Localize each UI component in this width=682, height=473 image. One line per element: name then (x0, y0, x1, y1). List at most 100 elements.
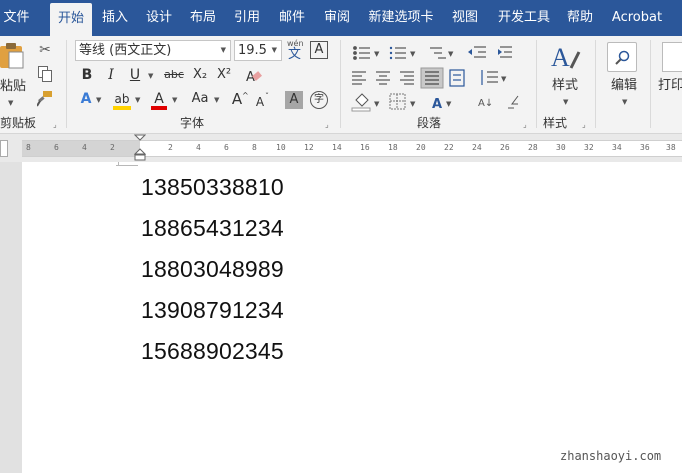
tab-developer[interactable]: 开发工具 (495, 0, 553, 36)
clipboard-launcher-icon[interactable]: ⌟ (53, 121, 57, 129)
character-shading-button[interactable]: A (285, 91, 303, 109)
ruler-number: 10 (276, 143, 286, 152)
font-color-button[interactable]: A (150, 90, 168, 110)
font-size-combo[interactable]: 19.5 ▼ (234, 40, 282, 61)
ruler-number: 8 (252, 143, 257, 152)
ruler-number: 18 (388, 143, 398, 152)
chevron-down-icon[interactable]: ▼ (172, 96, 177, 104)
watermark: zhanshaoyi.com (560, 449, 662, 463)
horizontal-ruler[interactable]: 8 6 4 2 2 4 6 8 10 12 14 16 18 20 22 24 … (0, 134, 682, 162)
tab-mailings[interactable]: 邮件 (276, 0, 308, 36)
ruler-number: 38 (666, 143, 676, 152)
bold-button[interactable]: B (80, 66, 94, 84)
ruler-number: 22 (444, 143, 454, 152)
editing-button[interactable]: 编辑 ▼ (603, 40, 643, 112)
tab-review[interactable]: 审阅 (321, 0, 353, 36)
search-icon (615, 50, 630, 65)
svg-text:▼: ▼ (446, 100, 452, 108)
format-painter-icon[interactable] (37, 91, 53, 107)
decrease-indent-icon (468, 46, 486, 58)
font-name-combo[interactable]: 等线 (西文正文) ▼ (75, 40, 231, 61)
font-size-value: 19.5 (238, 43, 267, 58)
ruler-number: 2 (168, 143, 173, 152)
tab-view[interactable]: 视图 (449, 0, 481, 36)
ruler-number: 4 (82, 143, 87, 152)
document-page[interactable]: 13850338810 18865431234 18803048989 1390… (22, 162, 682, 473)
shrink-font-button[interactable]: Aˇ (254, 92, 274, 110)
printer-icon (662, 42, 682, 72)
ruler-number: 2 (110, 143, 115, 152)
chevron-down-icon[interactable]: ▼ (96, 96, 101, 104)
text-line[interactable]: 13850338810 (141, 174, 284, 200)
tab-insert[interactable]: 插入 (99, 0, 131, 36)
paste-icon (0, 43, 24, 69)
italic-button[interactable]: I (104, 66, 118, 84)
word-window: 文件 开始 插入 设计 布局 引用 邮件 审阅 新建选项卡 视图 开发工具 帮助… (0, 0, 682, 473)
shading-icon (351, 93, 371, 112)
print-label: 打印 (658, 78, 682, 93)
ruler-number: 6 (54, 143, 59, 152)
tab-file[interactable]: 文件 (0, 0, 33, 36)
justify-selected-bg (420, 67, 444, 89)
svg-text:A: A (551, 43, 570, 72)
tab-selector[interactable] (0, 140, 8, 157)
chevron-down-icon[interactable]: ▼ (148, 72, 153, 80)
svg-text:▼: ▼ (410, 100, 416, 108)
tab-acrobat[interactable]: Acrobat (609, 0, 665, 36)
subscript-button[interactable]: X₂ (191, 66, 209, 84)
paste-button[interactable]: 粘贴 ▼ (0, 40, 30, 112)
tab-home[interactable]: 开始 (50, 3, 92, 36)
change-case-button[interactable]: Aa (188, 90, 212, 108)
highlight-button[interactable]: ab (112, 90, 132, 110)
svg-text:▼: ▼ (374, 50, 380, 58)
tab-layout[interactable]: 布局 (187, 0, 219, 36)
ruler-number: 12 (304, 143, 314, 152)
text-line[interactable]: 15688902345 (141, 338, 284, 364)
indent-markers-icon[interactable] (134, 134, 146, 162)
tab-help[interactable]: 帮助 (564, 0, 596, 36)
ruler-number: 32 (584, 143, 594, 152)
clear-formatting-icon[interactable]: A (245, 67, 263, 85)
paste-dropdown-icon: ▼ (8, 99, 14, 107)
asian-layout-icon: A (432, 97, 442, 112)
paragraph-launcher-icon[interactable]: ⌟ (523, 121, 527, 129)
highlight-color-bar (113, 106, 131, 110)
grow-font-button[interactable]: A ^ (230, 90, 250, 110)
copy-icon[interactable] (38, 66, 52, 82)
tab-custom[interactable]: 新建选项卡 (366, 0, 436, 36)
styles-button[interactable]: A 样式 ▼ (543, 40, 587, 112)
font-group-label: 字体 (180, 116, 205, 130)
styles-launcher-icon[interactable]: ⌟ (582, 121, 586, 129)
phonetic-guide-button[interactable]: wén 文 (286, 39, 304, 63)
paragraph-buttons: ▼ ▼ ▼ ▼ ▼ ▼ A ▼ A↓ (351, 46, 519, 112)
tab-design[interactable]: 设计 (143, 0, 175, 36)
ribbon-tab-bar: 文件 开始 插入 设计 布局 引用 邮件 审阅 新建选项卡 视图 开发工具 帮助… (0, 0, 682, 36)
search-icon-frame (607, 42, 637, 72)
show-marks-icon (508, 95, 519, 109)
svg-text:▼: ▼ (501, 75, 507, 83)
character-border-button[interactable]: A (310, 41, 328, 59)
print-button[interactable]: 打印 (656, 40, 682, 112)
cut-icon[interactable]: ✂ (37, 41, 53, 59)
increase-indent-icon (498, 46, 512, 58)
chevron-down-icon[interactable]: ▼ (135, 96, 140, 104)
ribbon: 粘贴 ▼ ✂ 剪贴板 ⌟ 等线 (西文正文) ▼ 19.5 ▼ wén 文 A B … (0, 36, 682, 134)
superscript-button[interactable]: X² (215, 66, 233, 84)
font-launcher-icon[interactable]: ⌟ (325, 121, 329, 129)
ruler-number: 20 (416, 143, 426, 152)
borders-icon (389, 93, 406, 110)
strikethrough-button[interactable]: abc (161, 66, 187, 84)
tab-references[interactable]: 引用 (231, 0, 263, 36)
enclose-characters-button[interactable]: 字 (310, 91, 328, 109)
underline-button[interactable]: U (128, 66, 142, 84)
text-line[interactable]: 18865431234 (141, 215, 284, 241)
text-line[interactable]: 18803048989 (141, 256, 284, 282)
separator (340, 40, 341, 128)
ruler-number: 26 (500, 143, 510, 152)
sort-icon: A↓ (478, 98, 493, 109)
text-effects-button[interactable]: A (78, 90, 94, 108)
text-line[interactable]: 13908791234 (141, 297, 284, 323)
styles-group-label: 样式 (543, 116, 568, 130)
chevron-down-icon[interactable]: ▼ (214, 96, 219, 104)
line-spacing-icon (481, 70, 498, 85)
